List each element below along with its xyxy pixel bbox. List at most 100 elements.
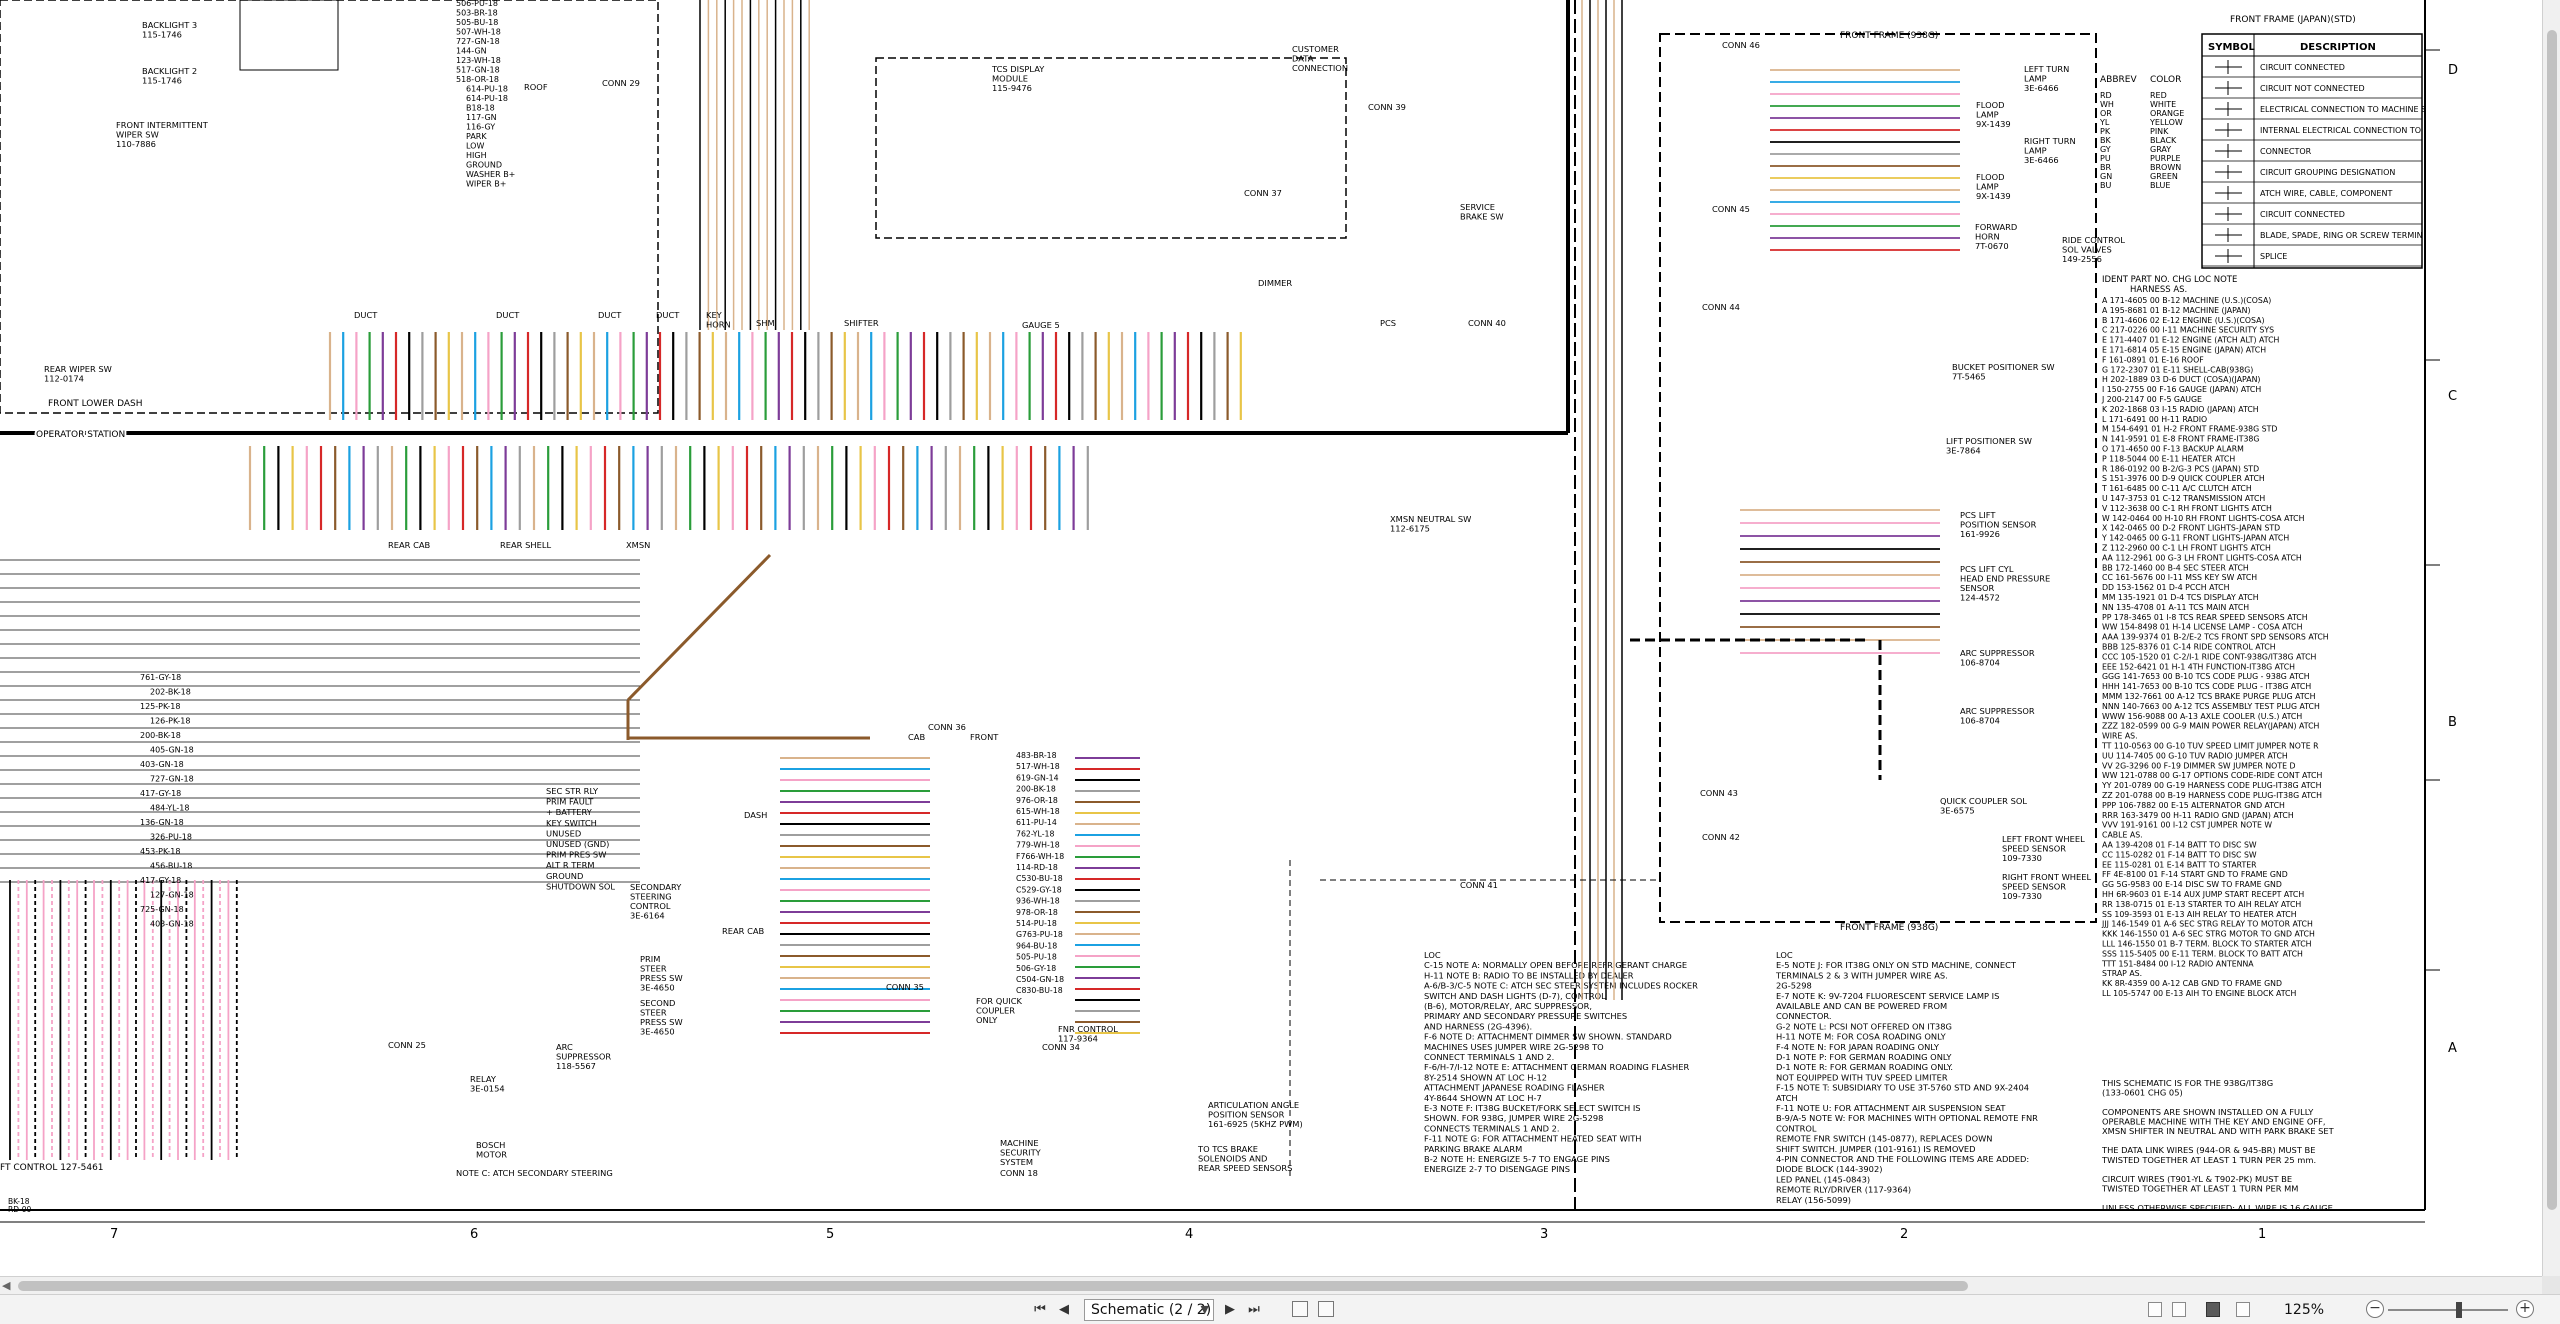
color-name: RED (2150, 91, 2167, 100)
vertical-scroll-thumb[interactable] (2547, 30, 2557, 1210)
component-label-forward-horn: FORWARD HORN 7T-0670 (1975, 222, 2017, 251)
note-line: CONNECTS TERMINALS 1 AND 2. (1424, 1123, 1560, 1133)
wire-labels: 506-PU-18503-BR-18505-BU-18507-WH-18727-… (8, 0, 1064, 1214)
keyswitch-pin-label: GROUND (546, 871, 583, 881)
harness-row: GGG 141-7653 00 B-10 TCS CODE PLUG - 938… (2102, 672, 2310, 681)
next-page-icon[interactable]: ▶ (1222, 1301, 1238, 1319)
note-line: RELAY (156-5099) (1776, 1195, 1851, 1205)
single-page-view-icon[interactable] (2148, 1302, 2162, 1317)
connector-group-label: REAR CAB (722, 926, 765, 936)
component-label-lift-positioner: LIFT POSITIONER SW 3E-7864 (1946, 436, 2032, 456)
extract-page-icon[interactable] (1318, 1301, 1334, 1317)
color-abbrev: BU (2100, 181, 2111, 190)
wire-label: LOW (466, 142, 484, 151)
harness-row: EE 115-0281 01 E-14 BATT TO STARTER (2102, 860, 2257, 869)
row-letter: A (2448, 1041, 2457, 1056)
harness-row: SS 109-3593 01 E-13 AIH RELAY TO HEATER … (2102, 910, 2297, 919)
wire-label: 144-GN (456, 47, 487, 56)
copy-page-icon[interactable] (1292, 1301, 1308, 1317)
wire-label: 200-BK-18 (1016, 785, 1056, 794)
wire-label: B18-18 (466, 104, 495, 113)
wire-label: 615-WH-18 (1016, 807, 1060, 816)
harness-row: R 186-0192 00 B-2/G-3 PCS (JAPAN) STD (2102, 464, 2259, 473)
wiring-schematic: 7 6 5 4 3 2 1 D C B A FRONT FRAME (JAPAN)(STD) FR… (0, 0, 2458, 1242)
harness-row: KKK 146-1550 01 A-6 SEC STRG MOTOR TO GN… (2102, 930, 2315, 939)
scroll-left-icon[interactable]: ◀ (2, 1279, 10, 1292)
color-name: BLUE (2150, 181, 2170, 190)
zoom-slider-thumb[interactable] (2456, 1302, 2462, 1318)
component-label-fnr-control: FNR CONTROL 117-9364 (1058, 1024, 1118, 1044)
harness-row: C 217-0226 00 I-11 MACHINE SECURITY SYS (2102, 326, 2274, 335)
wire-label: 779-WH-18 (1016, 841, 1060, 850)
column-number: 6 (470, 1227, 478, 1242)
harness-row: DD 153-1562 01 D-4 PCCH ATCH (2102, 583, 2230, 592)
symbol-description: INTERNAL ELECTRICAL CONNECTION TO (2260, 126, 2421, 135)
note-line: F-11 NOTE G: FOR ATTACHMENT HEATED SEAT … (1424, 1134, 1642, 1144)
component-label-backlight2: BACKLIGHT 2 115-1746 (142, 66, 197, 86)
note-line: F-6 NOTE D: ATTACHMENT DIMMER SW SHOWN. … (1424, 1032, 1672, 1042)
page-selector[interactable]: Schematic (2 / 2) ▼ (1084, 1299, 1214, 1321)
zoom-level[interactable]: 125% (2284, 1301, 2340, 1319)
footnote-line: TWISTED TOGETHER AT LEAST 1 TURN PER 25 … (2101, 1155, 2316, 1165)
cover-view-icon[interactable] (2236, 1302, 2250, 1317)
last-page-icon[interactable]: ⏭ (1246, 1301, 1262, 1319)
zoom-slider[interactable] (2388, 1309, 2508, 1311)
color-name: BLACK (2150, 136, 2177, 145)
wire-label: 125-PK-18 (140, 702, 180, 711)
wire-label: 614-PU-18 (466, 94, 508, 103)
keyswitch-pin-label: + BATTERY (546, 807, 593, 817)
color-abbrev: PU (2100, 154, 2111, 163)
facing-view-icon[interactable] (2206, 1302, 2220, 1317)
harness-row: A 195-8681 01 B-12 MACHINE (JAPAN) (2102, 306, 2251, 315)
column-number: 7 (110, 1227, 118, 1242)
component-label-relay: RELAY 3E-0154 (470, 1074, 505, 1094)
horizontal-scroll-thumb[interactable] (18, 1281, 1968, 1291)
wire-label: C830-BU-18 (1016, 986, 1063, 995)
harness-row: Z 112-2960 00 C-1 LH FRONT LIGHTS ATCH (2102, 544, 2271, 553)
pdf-viewer: 7 6 5 4 3 2 1 D C B A FRONT FRAME (JAPAN)(STD) FR… (0, 0, 2560, 1324)
wire-label: C530-BU-18 (1016, 874, 1063, 883)
component-label-conn40: CONN 40 (1468, 318, 1506, 328)
connector-group-label: CAB (908, 732, 925, 742)
zoom-out-button[interactable]: − (2366, 1300, 2384, 1318)
wire-label: 514-PU-18 (1016, 919, 1057, 928)
harness-row: Y 142-0465 00 G-11 FRONT LIGHTS-JAPAN AT… (2101, 534, 2289, 543)
vertical-scrollbar[interactable] (2542, 0, 2560, 1276)
color-name: WHITE (2150, 100, 2176, 109)
horizontal-scrollbar[interactable]: ◀ (0, 1276, 2542, 1294)
component-label-flood-lamp-2: FLOOD LAMP 9X-1439 (1976, 172, 2011, 201)
color-abbrev: RD (2100, 91, 2112, 100)
wire-label: 725-GN-18 (140, 905, 184, 914)
harness-row: T 161-6485 00 C-11 A/C CLUTCH ATCH (2101, 484, 2252, 493)
connector-group-label: DUCT (656, 310, 680, 320)
component-label-flood-lamp-1: FLOOD LAMP 9X-1439 (1976, 100, 2011, 129)
wire-label: 417-GY-18 (140, 789, 181, 798)
keyswitch-pin-label: PRIM FAULT (546, 797, 594, 807)
component-label-note-c: NOTE C: ATCH SECONDARY STEERING (456, 1168, 613, 1178)
symbol-table: SYMBOL DESCRIPTION CIRCUIT CONNECTED CIRC… (2201, 33, 2426, 269)
schematic-canvas[interactable]: 7 6 5 4 3 2 1 D C B A FRONT FRAME (JAPAN)(STD) FR… (0, 0, 2542, 1276)
harness-row: AAA 139-9374 01 B-2/E-2 TCS FRONT SPD SE… (2102, 633, 2329, 642)
connector-group-label: ROOF (524, 82, 548, 92)
note-line: E-7 NOTE K: 9V-7204 FLUORESCENT SERVICE … (1776, 991, 1999, 1001)
wire-label: 200-BK-18 (140, 731, 181, 740)
component-label-rear-cab: REAR CAB (388, 540, 431, 550)
wire-label: F766-WH-18 (1016, 852, 1064, 861)
column-number: 1 (2258, 1227, 2266, 1242)
symbol-description: CONNECTOR (2260, 147, 2312, 156)
harness-row: STRAP AS. (2102, 969, 2142, 978)
component-label-second-steer: SECOND STEER PRESS SW 3E-4650 (640, 998, 683, 1037)
previous-page-icon[interactable]: ◀ (1056, 1301, 1072, 1319)
first-page-icon[interactable]: ⏮ (1032, 1301, 1048, 1319)
component-label-arc-sup-1: ARC SUPPRESSOR 106-8704 (1960, 648, 2035, 668)
wire-label: 403-GN-18 (140, 760, 184, 769)
zoom-in-button[interactable]: + (2516, 1300, 2534, 1318)
wire-label: WASHER B+ (466, 170, 515, 179)
note-line: 2G-5298 (1776, 981, 1812, 991)
continuous-view-icon[interactable] (2172, 1302, 2186, 1317)
harness-row: WW 121-0788 00 G-17 OPTIONS CODE-RIDE CO… (2102, 771, 2322, 780)
footnote-line: COMPONENTS ARE SHOWN INSTALLED ON A FULL… (2102, 1107, 2314, 1117)
note-line: PARKING BRAKE ALARM (1424, 1144, 1522, 1154)
component-label-xmsn: XMSN (626, 540, 650, 550)
harness-row: S 151-3976 00 D-9 QUICK COUPLER ATCH (2102, 474, 2265, 483)
